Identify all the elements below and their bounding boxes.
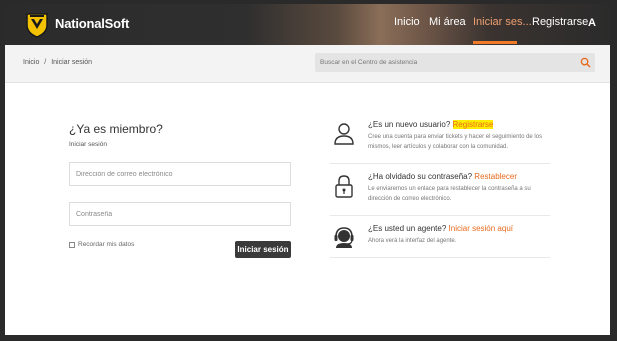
headset-icon (334, 227, 354, 248)
breadcrumb-bar: Inicio / Iniciar sesión (5, 45, 610, 83)
register-info: ¿Es un nuevo usuario? Registrarse Cree u… (330, 120, 550, 160)
breadcrumb-separator: / (44, 59, 47, 66)
search-icon[interactable] (580, 57, 591, 68)
nav-mi-area[interactable]: Mi área (429, 16, 466, 28)
agent-question: ¿Es usted un agente? Iniciar sesión aquí (368, 224, 513, 233)
reset-info: ¿Ha olvidado su contraseña? Restablecer … (330, 172, 550, 212)
email-field[interactable] (69, 162, 291, 186)
remember-me[interactable]: Recordar mis datos (69, 241, 134, 248)
remember-checkbox[interactable] (69, 241, 75, 248)
language-icon[interactable]: A (588, 17, 596, 29)
agent-info: ¿Es usted un agente? Iniciar sesión aquí… (330, 224, 550, 256)
login-subtitle: Iniciar sesión (69, 141, 107, 148)
nav-registrarse[interactable]: Registrarse (532, 16, 588, 28)
top-header: NationalSoft Inicio Mi área Iniciar ses.… (5, 4, 610, 45)
login-button[interactable]: Iniciar sesión (235, 241, 291, 258)
register-question-text: ¿Es un nuevo usuario? (368, 120, 451, 129)
register-description: Cree una cuenta para enviar tickets y ha… (368, 134, 543, 150)
page-frame: NationalSoft Inicio Mi área Iniciar ses.… (5, 4, 610, 335)
remember-label: Recordar mis datos (78, 241, 135, 248)
divider (330, 163, 550, 164)
divider (330, 257, 550, 258)
agent-question-text: ¿Es usted un agente? (368, 224, 447, 233)
agent-description: Ahora verá la interfaz del agente. (368, 238, 457, 244)
login-title: ¿Ya es miembro? (69, 122, 163, 136)
agent-login-link[interactable]: Iniciar sesión aquí (449, 224, 513, 233)
lock-icon (335, 175, 353, 198)
nav-active-underline (473, 41, 517, 44)
register-question: ¿Es un nuevo usuario? Registrarse (368, 120, 494, 129)
search-box (315, 53, 595, 72)
password-field[interactable] (69, 202, 291, 226)
reset-link[interactable]: Restablecer (474, 172, 517, 181)
user-icon (334, 123, 354, 145)
reset-description: Le enviaremos un enlace para restablecer… (368, 186, 531, 202)
search-input[interactable] (315, 53, 577, 72)
nav-iniciar-sesion[interactable]: Iniciar ses... (473, 16, 532, 28)
register-link[interactable]: Registrarse (452, 120, 494, 129)
breadcrumb: Inicio / Iniciar sesión (23, 59, 95, 66)
reset-question-text: ¿Ha olvidado su contraseña? (368, 172, 473, 181)
nationalsoft-logo-icon[interactable] (23, 11, 51, 39)
breadcrumb-home[interactable]: Inicio (23, 59, 39, 66)
reset-question: ¿Ha olvidado su contraseña? Restablecer (368, 172, 517, 181)
breadcrumb-current: Iniciar sesión (51, 59, 93, 66)
brand-name[interactable]: NationalSoft (55, 16, 129, 31)
nav-inicio[interactable]: Inicio (394, 16, 420, 28)
divider (330, 215, 550, 216)
